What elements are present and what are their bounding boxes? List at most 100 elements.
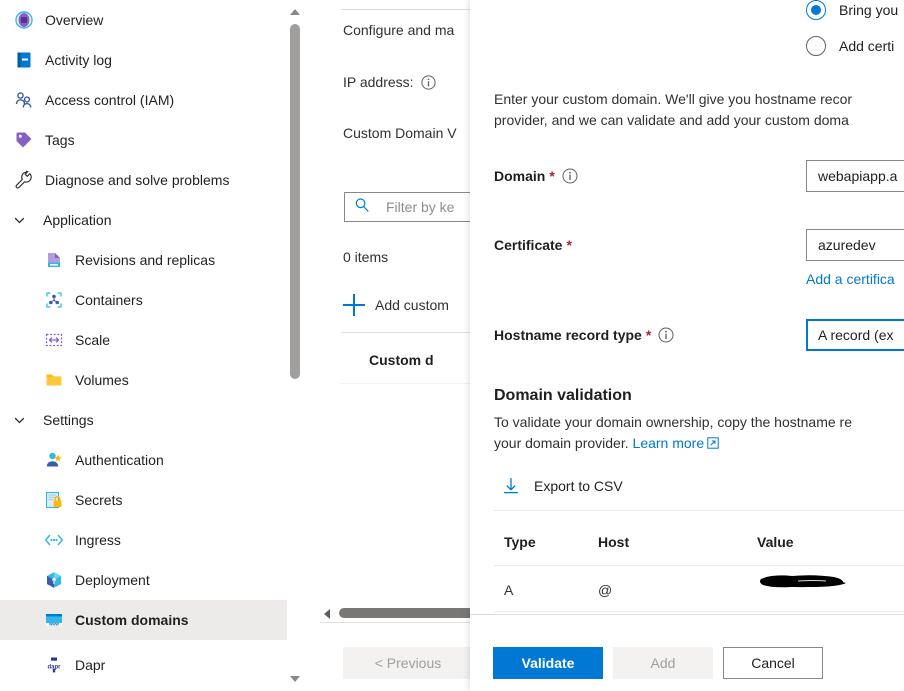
sidebar-item-label: Overview [45, 12, 104, 28]
sidebar-item-scale[interactable]: Scale [0, 320, 110, 360]
scroll-left-button[interactable] [324, 609, 330, 619]
radio-unselected-icon [806, 36, 826, 56]
items-count: 0 items [343, 249, 389, 265]
certificate-dropdown[interactable]: azuredev [806, 229, 904, 261]
sidebar-item-containers[interactable]: Containers [0, 280, 143, 320]
sidebar-item-diagnose[interactable]: Diagnose and solve problems [0, 160, 229, 200]
column-header-type: Type [504, 534, 536, 550]
column-header-host: Host [598, 534, 630, 550]
cell-host: @ [598, 582, 613, 598]
info-icon[interactable] [562, 168, 578, 184]
ingress-icon [44, 530, 64, 550]
flyout-intro-line2: provider, and we can validate and add yo… [494, 112, 849, 128]
sidebar-item-label: Tags [45, 132, 75, 148]
sidebar-item-label: Volumes [75, 372, 129, 388]
scroll-up-button[interactable] [287, 2, 303, 22]
sidebar-item-label: Scale [75, 332, 111, 348]
learn-more-link[interactable]: Learn more [633, 435, 705, 451]
radio-label: Add certi [839, 38, 895, 54]
sidebar-item-authentication[interactable]: Authentication [0, 440, 164, 480]
sidebar-item-label: Ingress [75, 532, 121, 548]
domain-validation-heading: Domain validation [494, 387, 632, 404]
sidebar-item-dapr[interactable]: dapr Dapr [0, 645, 105, 685]
radio-add-certificate-later[interactable]: Add certi [806, 36, 894, 56]
cancel-button[interactable]: Cancel [723, 647, 823, 679]
sidebar-item-volumes[interactable]: Volumes [0, 360, 129, 400]
access-control-icon [14, 90, 34, 110]
sidebar-item-tags[interactable]: Tags [0, 120, 75, 160]
scroll-down-button[interactable] [287, 669, 303, 689]
sidebar-item-activity-log[interactable]: Activity log [0, 40, 112, 80]
sidebar-group-settings[interactable]: Settings [0, 400, 94, 440]
add-a-certificate-link[interactable]: Add a certifica [806, 271, 895, 287]
hostname-record-type-label-text: Hostname record type [494, 327, 642, 343]
hostname-record-type-dropdown[interactable]: A record (ex [806, 319, 904, 351]
flyout-footer: Validate Add Cancel [470, 615, 904, 691]
previous-button[interactable]: < Previous [343, 647, 473, 679]
domain-label-text: Domain [494, 168, 546, 184]
overview-icon [14, 10, 34, 30]
domain-validation-line2-prefix: your domain provider. [494, 435, 633, 451]
sidebar-item-custom-domains[interactable]: www Custom domains [0, 600, 303, 640]
domain-validation-line1: To validate your domain ownership, copy … [494, 414, 852, 430]
table-header-divider [341, 383, 472, 384]
deployment-icon [44, 570, 64, 590]
sidebar-item-label: Authentication [75, 452, 164, 468]
export-to-csv-button[interactable]: Export to CSV [502, 477, 623, 495]
filter-input[interactable]: Filter by ke [344, 192, 472, 222]
svg-text:www: www [48, 622, 60, 627]
sidebar-item-label: Deployment [75, 572, 150, 588]
chevron-down-icon [290, 676, 300, 682]
external-link-icon [707, 434, 719, 455]
authentication-icon [44, 450, 64, 470]
containers-icon [44, 290, 64, 310]
sidebar-item-revisions-and-replicas[interactable]: Revisions and replicas [0, 240, 215, 280]
hostname-record-type-value: A record (ex [818, 327, 894, 343]
horizontal-scrollbar-thumb[interactable] [339, 608, 489, 618]
validation-records-table: Type Host Value A @ [470, 520, 904, 612]
dapr-icon: dapr [44, 655, 64, 675]
sidebar-group-label: Application [43, 212, 112, 228]
chevron-down-icon [12, 413, 26, 427]
sidebar-item-access-control[interactable]: Access control (IAM) [0, 80, 174, 120]
radio-bring-your-own-certificate[interactable]: Bring you [806, 0, 898, 20]
validate-button[interactable]: Validate [493, 647, 603, 679]
custom-domains-icon: www [44, 610, 64, 630]
info-icon[interactable] [421, 74, 437, 90]
sidebar-group-application[interactable]: Application [0, 200, 112, 240]
activity-log-icon [14, 50, 34, 70]
volumes-icon [44, 370, 64, 390]
sidebar-item-overview[interactable]: Overview [0, 0, 103, 40]
radio-label: Bring you [839, 2, 899, 18]
domain-input[interactable]: webapiapp.a [806, 160, 904, 192]
required-asterisk: * [566, 237, 572, 253]
export-to-csv-label: Export to CSV [534, 478, 623, 494]
table-column-header-custom-domain: Custom d [369, 352, 434, 368]
sidebar-item-label: Revisions and replicas [75, 252, 216, 268]
add-custom-domain-button[interactable]: Add custom [343, 294, 449, 316]
sidebar-scrollbar-thumb[interactable] [290, 24, 300, 379]
certificate-selected-value: azuredev [818, 237, 876, 253]
info-icon[interactable] [658, 327, 674, 343]
sidebar-item-label: Custom domains [75, 612, 189, 628]
sidebar-item-secrets[interactable]: Secrets [0, 480, 122, 520]
filter-input-placeholder: Filter by ke [386, 199, 455, 215]
cell-type: A [504, 582, 514, 598]
panel-divider [341, 9, 472, 10]
radio-selected-icon [806, 0, 826, 20]
search-icon [354, 197, 370, 218]
certificate-label: Certificate * [494, 237, 572, 253]
ip-address-row: IP address: [343, 74, 437, 90]
sidebar-scrollbar[interactable] [287, 0, 303, 691]
add-button[interactable]: Add [613, 647, 713, 679]
tag-icon [14, 130, 34, 150]
panel-footer-divider [320, 622, 472, 623]
sidebar-item-ingress[interactable]: Ingress [0, 520, 121, 560]
table-top-divider [341, 332, 472, 333]
secrets-icon [44, 490, 64, 510]
domain-input-value: webapiapp.a [818, 168, 898, 184]
sidebar-item-deployment[interactable]: Deployment [0, 560, 150, 600]
horizontal-scrollbar[interactable] [322, 606, 489, 621]
sidebar-item-label: Containers [75, 292, 143, 308]
sidebar-group-label: Settings [43, 412, 94, 428]
